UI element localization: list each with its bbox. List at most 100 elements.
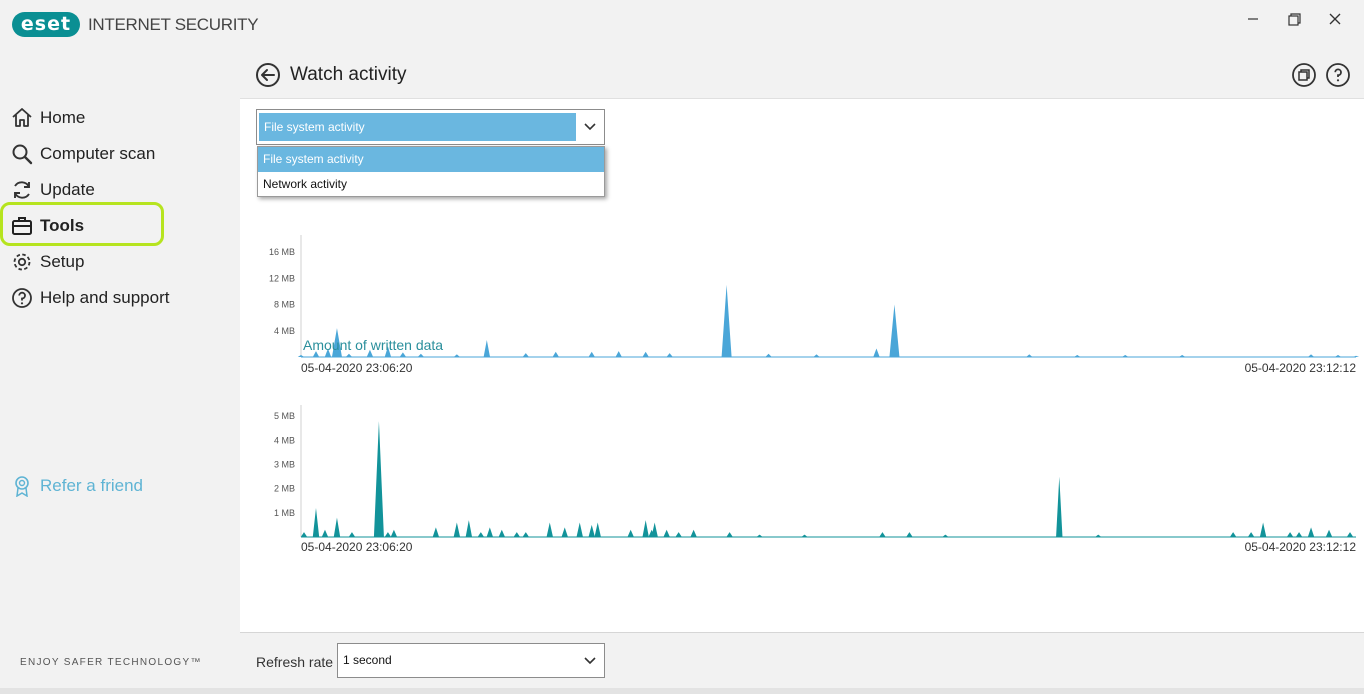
data-spike-written bbox=[348, 532, 356, 537]
data-spike-read bbox=[1122, 355, 1129, 357]
chart-title-written: Amount of written data bbox=[303, 337, 444, 353]
refer-label: Refer a friend bbox=[40, 476, 143, 495]
refresh-rate-value: 1 second bbox=[343, 653, 392, 667]
home-icon bbox=[12, 108, 32, 127]
data-spike-written bbox=[642, 520, 649, 537]
data-spike-read bbox=[873, 348, 880, 357]
data-spike-written bbox=[384, 532, 392, 537]
sidebar-item-help[interactable]: Help and support bbox=[10, 284, 230, 312]
data-spike-written bbox=[312, 508, 320, 537]
data-spike-read bbox=[1026, 354, 1033, 357]
product-name: INTERNET SECURITY bbox=[88, 15, 259, 34]
sidebar-item-label: Tools bbox=[40, 216, 85, 235]
y-tick-label: 2 MB bbox=[274, 484, 295, 494]
slogan: ENJOY SAFER TECHNOLOGY™ bbox=[20, 657, 202, 668]
y-tick-label: 12 MB bbox=[269, 273, 295, 283]
footer: Refresh rate 1 second bbox=[240, 632, 1364, 688]
data-spike-written bbox=[576, 522, 583, 537]
dropdown-option-file-system[interactable]: File system activity bbox=[258, 147, 604, 172]
sidebar-item-update[interactable]: Update bbox=[10, 176, 230, 204]
data-spike-read bbox=[642, 351, 649, 357]
data-spike-written bbox=[1095, 534, 1102, 537]
data-spike-written bbox=[1056, 476, 1063, 537]
x-start-label: 05-04-2020 23:06:20 bbox=[301, 361, 413, 375]
refresh-rate-label: Refresh rate bbox=[256, 654, 334, 670]
data-spike-written bbox=[546, 522, 553, 537]
sidebar-item-label: Home bbox=[40, 108, 86, 127]
data-spike-written bbox=[432, 527, 440, 537]
maximize-icon[interactable] bbox=[1283, 8, 1305, 30]
y-tick-label: 8 MB bbox=[274, 300, 295, 310]
x-end-label: 05-04-2020 23:12:12 bbox=[1245, 540, 1357, 554]
data-spike-read bbox=[721, 284, 732, 357]
back-arrow-icon[interactable] bbox=[255, 62, 281, 88]
data-spike-written bbox=[390, 529, 398, 537]
page-title: Watch activity bbox=[290, 64, 407, 85]
data-spike-written bbox=[942, 534, 949, 537]
gear-icon bbox=[13, 253, 31, 271]
data-spike-written bbox=[1325, 529, 1333, 537]
data-spike-written bbox=[486, 527, 494, 537]
data-spike-read bbox=[1334, 355, 1342, 357]
data-spike-written bbox=[1286, 532, 1294, 537]
minimize-icon[interactable] bbox=[1242, 8, 1264, 30]
data-spike-read bbox=[399, 352, 407, 357]
data-spike-read bbox=[453, 354, 461, 357]
activity-type-dropdown-list: File system activity Network activity bbox=[257, 146, 605, 197]
data-spike-read bbox=[1352, 355, 1360, 357]
data-spike-written bbox=[906, 532, 913, 537]
sidebar-item-home[interactable]: Home bbox=[10, 104, 230, 132]
y-tick-label: 3 MB bbox=[274, 460, 295, 470]
close-icon[interactable] bbox=[1324, 8, 1346, 30]
activity-type-select[interactable]: File system activity bbox=[256, 109, 605, 145]
y-tick-label: 1 MB bbox=[274, 508, 295, 518]
data-spike-written bbox=[333, 517, 341, 537]
data-spike-read bbox=[813, 354, 820, 357]
data-spike-written bbox=[651, 522, 658, 537]
refresh-icon bbox=[14, 181, 30, 199]
data-spike-read bbox=[615, 351, 622, 357]
data-spike-read bbox=[1178, 355, 1186, 357]
help-icon[interactable] bbox=[1325, 62, 1351, 88]
dropdown-option-network[interactable]: Network activity bbox=[258, 172, 604, 197]
sidebar-item-computer-scan[interactable]: Computer scan bbox=[10, 140, 230, 168]
data-spike-written bbox=[801, 534, 808, 537]
data-spike-written bbox=[690, 529, 697, 537]
data-spike-written bbox=[522, 532, 529, 537]
data-spike-written bbox=[1346, 532, 1354, 537]
sidebar-item-tools[interactable]: Tools bbox=[10, 212, 230, 240]
data-spike-written bbox=[477, 532, 485, 537]
data-spike-read bbox=[1074, 355, 1081, 357]
data-spike-written bbox=[1307, 527, 1315, 537]
window-bottom-edge bbox=[0, 688, 1364, 694]
y-tick-label: 16 MB bbox=[269, 247, 295, 257]
data-spike-read bbox=[588, 351, 595, 357]
data-spike-written bbox=[1259, 522, 1267, 537]
sidebar: Home Computer scan Update Tools Setup He… bbox=[0, 50, 240, 694]
data-spike-written bbox=[879, 532, 886, 537]
data-spike-read bbox=[522, 353, 529, 357]
data-spike-written bbox=[663, 529, 670, 537]
refresh-rate-select[interactable]: 1 second bbox=[337, 643, 605, 678]
data-spike-written bbox=[594, 522, 601, 537]
data-spike-read bbox=[297, 355, 305, 357]
chevron-down-icon bbox=[584, 657, 596, 665]
x-start-label: 05-04-2020 23:06:20 bbox=[301, 540, 413, 554]
data-spike-read bbox=[765, 353, 772, 357]
sidebar-item-setup[interactable]: Setup bbox=[10, 248, 230, 276]
data-spike-written bbox=[453, 522, 461, 537]
data-spike-written bbox=[300, 532, 308, 537]
sidebar-item-label: Help and support bbox=[40, 288, 170, 307]
data-spike-written bbox=[726, 532, 733, 537]
data-spike-read bbox=[345, 353, 353, 357]
sidebar-item-label: Setup bbox=[40, 252, 85, 271]
data-spike-written bbox=[513, 532, 520, 537]
data-spike-written bbox=[1247, 532, 1255, 537]
refer-a-friend-link[interactable]: Refer a friend bbox=[12, 475, 143, 497]
data-spike-written bbox=[561, 527, 568, 537]
detach-window-icon[interactable] bbox=[1291, 62, 1317, 88]
title-bar: eset INTERNET SECURITY bbox=[0, 0, 1364, 50]
data-spike-read bbox=[483, 339, 491, 357]
search-icon bbox=[12, 144, 33, 165]
data-spike-read bbox=[417, 353, 425, 357]
